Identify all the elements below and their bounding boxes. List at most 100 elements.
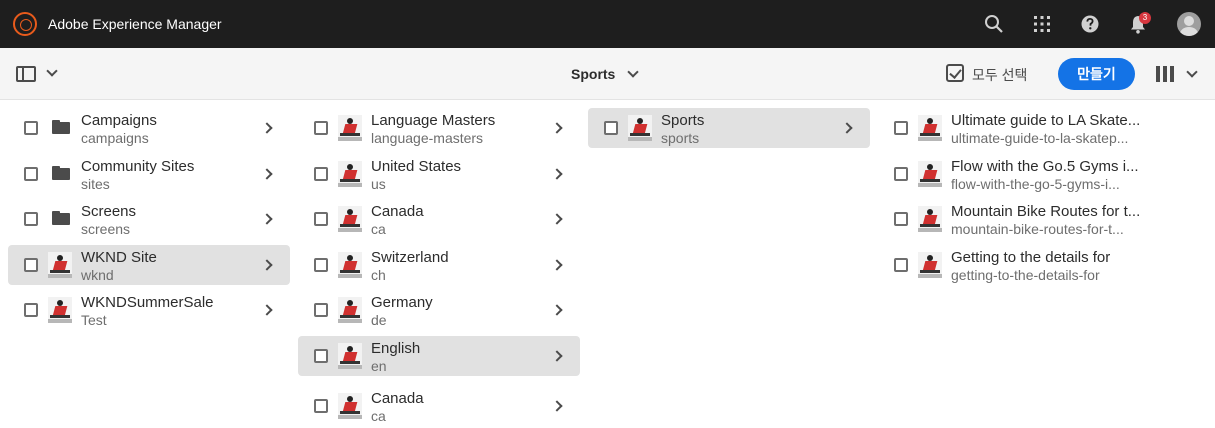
- item-title: Getting to the details for: [951, 249, 1111, 266]
- item-title: WKND Site: [81, 249, 157, 266]
- page-thumbnail: [338, 393, 362, 419]
- item-name: us: [371, 176, 386, 192]
- item-checkbox[interactable]: [314, 167, 328, 181]
- page-thumbnail: [338, 252, 362, 278]
- page-thumbnail: [338, 297, 362, 323]
- chevron-down-icon[interactable]: [627, 66, 639, 78]
- item-name: ultimate-guide-to-la-skatep...: [951, 130, 1129, 146]
- list-item[interactable]: Campaigns campaigns: [8, 108, 290, 148]
- checkbox-icon: [946, 64, 964, 82]
- item-title: Canada: [371, 203, 424, 220]
- list-item[interactable]: Community Sites sites: [8, 154, 290, 194]
- page-thumbnail: [338, 343, 362, 369]
- chevron-down-icon[interactable]: [46, 65, 58, 77]
- page-thumbnail: [918, 115, 942, 141]
- item-checkbox[interactable]: [894, 212, 908, 226]
- page-thumbnail: [918, 252, 942, 278]
- item-checkbox[interactable]: [314, 258, 328, 272]
- item-checkbox[interactable]: [24, 167, 38, 181]
- item-title: United States: [371, 158, 462, 175]
- rail-toggle-icon[interactable]: [16, 66, 36, 82]
- folder-icon: [52, 120, 70, 134]
- top-bar: Adobe Experience Manager 3: [0, 0, 1215, 48]
- item-title: Ultimate guide to LA Skate...: [951, 112, 1141, 129]
- item-checkbox[interactable]: [24, 258, 38, 272]
- item-name: Test: [81, 312, 107, 328]
- list-item[interactable]: Getting to the details for getting-to-th…: [878, 245, 1160, 285]
- page-thumbnail: [628, 115, 652, 141]
- chevron-down-icon[interactable]: [1186, 66, 1198, 78]
- folder-icon: [52, 211, 70, 225]
- item-checkbox[interactable]: [314, 399, 328, 413]
- item-title: Switzerland: [371, 249, 449, 266]
- apps-grid-icon[interactable]: [1031, 13, 1053, 35]
- item-name: campaigns: [81, 130, 149, 146]
- list-item[interactable]: Ultimate guide to LA Skate... ultimate-g…: [878, 108, 1160, 148]
- list-item[interactable]: Mountain Bike Routes for t... mountain-b…: [878, 199, 1160, 239]
- list-item[interactable]: Flow with the Go.5 Gyms i... flow-with-t…: [878, 154, 1160, 194]
- item-checkbox[interactable]: [24, 303, 38, 317]
- avatar[interactable]: [1177, 12, 1201, 36]
- list-item[interactable]: Canada ca: [298, 386, 580, 426]
- item-title: Campaigns: [81, 112, 157, 129]
- item-name: sites: [81, 176, 110, 192]
- list-item[interactable]: Screens screens: [8, 199, 290, 239]
- item-title: Screens: [81, 203, 137, 220]
- item-checkbox[interactable]: [894, 167, 908, 181]
- list-item[interactable]: Sports sports: [588, 108, 870, 148]
- item-title: Canada: [371, 390, 424, 407]
- item-name: wknd: [81, 267, 114, 283]
- item-name: mountain-bike-routes-for-t...: [951, 221, 1124, 237]
- item-name: ca: [371, 221, 386, 237]
- item-name: ch: [371, 267, 386, 283]
- item-name: language-masters: [371, 130, 484, 146]
- search-icon[interactable]: [983, 13, 1005, 35]
- page-thumbnail: [918, 206, 942, 232]
- list-item[interactable]: Language Masters language-masters: [298, 108, 580, 148]
- item-checkbox[interactable]: [894, 121, 908, 135]
- page-thumbnail: [48, 252, 72, 278]
- list-item[interactable]: Germany de: [298, 290, 580, 330]
- item-title: Flow with the Go.5 Gyms i...: [951, 158, 1139, 175]
- page-thumbnail: [338, 206, 362, 232]
- app-title[interactable]: Adobe Experience Manager: [48, 16, 222, 32]
- page-thumbnail: [48, 297, 72, 323]
- item-title: English: [371, 340, 421, 357]
- list-item[interactable]: Switzerland ch: [298, 245, 580, 285]
- item-name: screens: [81, 221, 131, 237]
- item-name: de: [371, 312, 387, 328]
- notification-badge: 3: [1139, 12, 1151, 24]
- item-checkbox[interactable]: [314, 121, 328, 135]
- item-title: Sports: [661, 112, 705, 129]
- item-title: Germany: [371, 294, 433, 311]
- item-checkbox[interactable]: [314, 303, 328, 317]
- item-name: getting-to-the-details-for: [951, 267, 1100, 283]
- help-icon[interactable]: [1079, 13, 1101, 35]
- item-name: flow-with-the-go-5-gyms-i...: [951, 176, 1120, 192]
- item-title: Language Masters: [371, 112, 496, 129]
- item-title: Community Sites: [81, 158, 195, 175]
- item-checkbox[interactable]: [24, 212, 38, 226]
- item-name: ca: [371, 408, 386, 424]
- item-checkbox[interactable]: [314, 349, 328, 363]
- select-all-label: 모두 선택: [972, 67, 1028, 83]
- list-item[interactable]: Canada ca: [298, 199, 580, 239]
- column-view-icon[interactable]: [1156, 66, 1174, 82]
- page-thumbnail: [338, 161, 362, 187]
- list-item[interactable]: English en: [298, 336, 580, 376]
- column-4: Ultimate guide to LA Skate... ultimate-g…: [870, 100, 1215, 428]
- list-item[interactable]: United States us: [298, 154, 580, 194]
- item-checkbox[interactable]: [604, 121, 618, 135]
- item-checkbox[interactable]: [24, 121, 38, 135]
- item-checkbox[interactable]: [894, 258, 908, 272]
- list-item[interactable]: WKND Site wknd: [8, 245, 290, 285]
- item-checkbox[interactable]: [314, 212, 328, 226]
- create-button[interactable]: 만들기: [1058, 58, 1135, 90]
- page-title[interactable]: Sports: [571, 66, 615, 82]
- column-2: Language Masters language-masters United…: [290, 100, 580, 428]
- list-item[interactable]: WKNDSummerSale Test: [8, 290, 290, 330]
- aem-logo-icon[interactable]: [13, 12, 37, 36]
- item-name: en: [371, 358, 387, 374]
- page-thumbnail: [918, 161, 942, 187]
- item-name: sports: [661, 130, 700, 146]
